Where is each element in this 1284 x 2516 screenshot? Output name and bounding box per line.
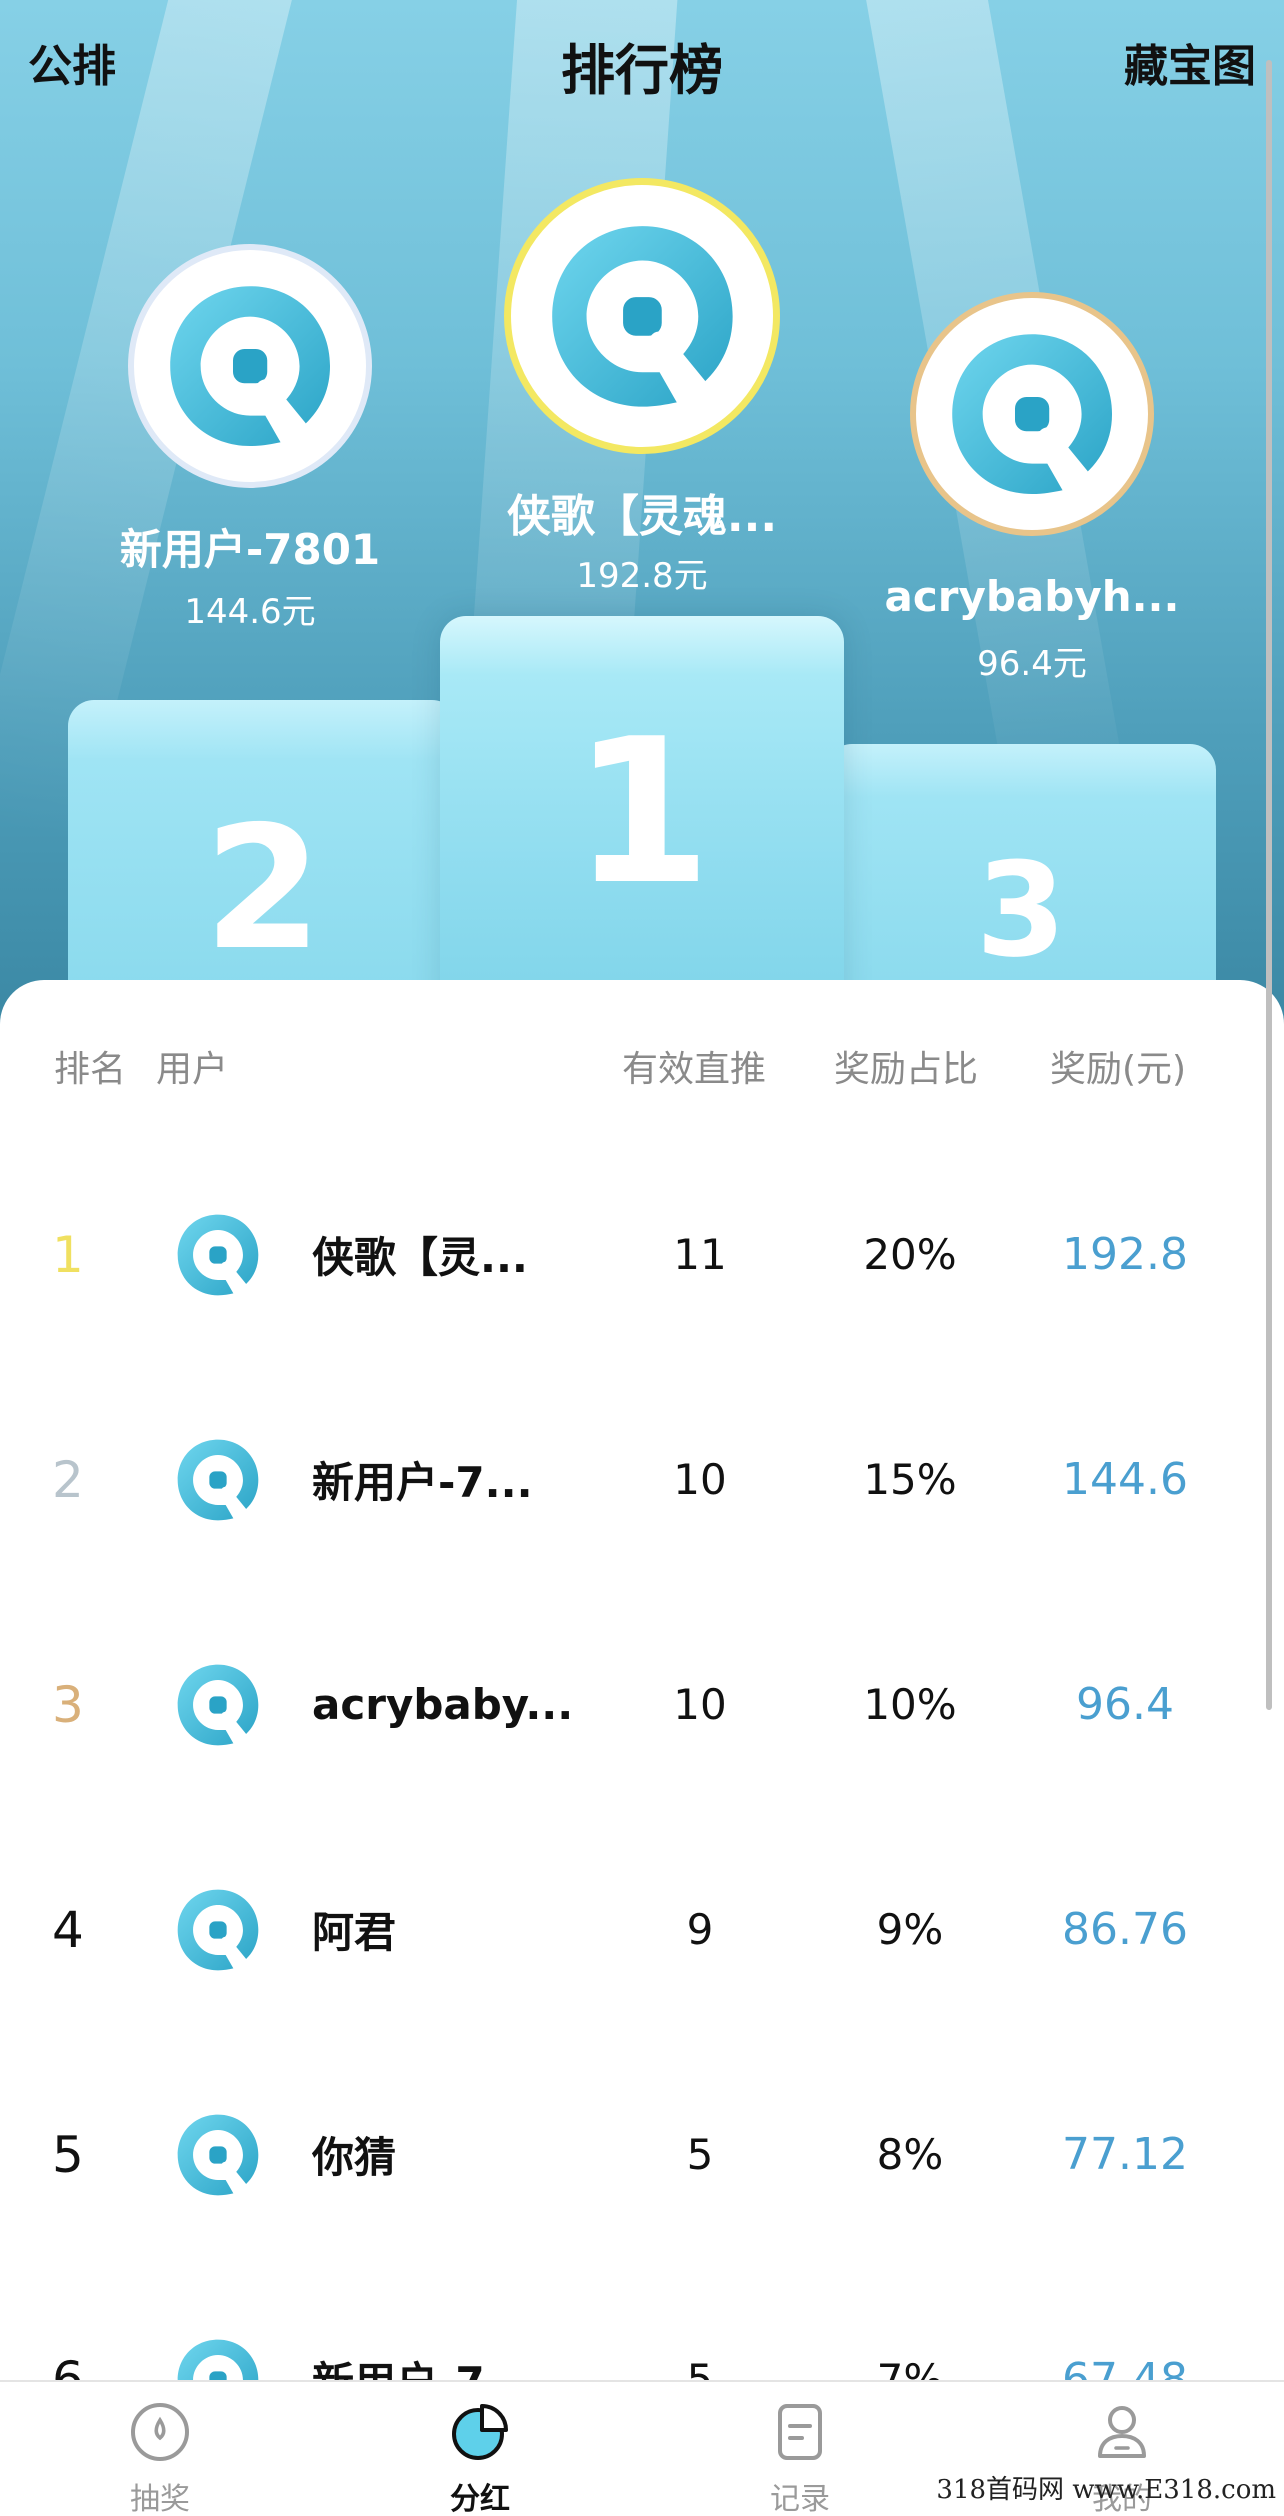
row-reward-amount: 144.6	[1062, 1454, 1188, 1505]
row-username: 你猜	[312, 2133, 397, 2182]
header-user: 用户	[156, 1049, 229, 1090]
treasure-map-link[interactable]: 藏宝图	[1124, 30, 1256, 94]
podium-name-second: 新用户-7801	[119, 525, 381, 574]
app-logo-icon	[177, 1439, 259, 1520]
podium-avatar-second[interactable]	[128, 244, 372, 488]
row-avatar[interactable]	[170, 1206, 266, 1303]
header-reward: 奖励(元)	[1050, 1049, 1187, 1090]
row-rank: 3	[52, 1675, 84, 1734]
row-reward-ratio: 20%	[863, 1230, 957, 1279]
tab-dividend[interactable]: 分红	[380, 2382, 580, 2516]
header-ratio: 奖励占比	[834, 1049, 979, 1090]
podium-block-first: 1	[440, 616, 844, 1040]
podium-amount-third: 96.4元	[977, 644, 1087, 684]
tab-record[interactable]: 记录	[700, 2382, 900, 2516]
watermark: 318首码网 www.E318.com	[936, 2475, 1276, 2505]
app-logo-icon	[177, 1664, 259, 1745]
row-avatar[interactable]	[170, 1881, 266, 1978]
app-logo-icon	[952, 334, 1112, 494]
pie-chart-icon	[452, 2404, 508, 2460]
row-avatar[interactable]	[170, 1656, 266, 1753]
profile-icon	[1098, 2406, 1146, 2458]
tab-label: 记录	[770, 2482, 830, 2516]
row-username: 新用户-7...	[312, 1458, 533, 1507]
podium-hero: 公排 排行榜 藏宝图 新用户-7801 144.6元 侠歌【灵魂... 192.…	[0, 0, 1284, 1040]
tab-label: 抽奖	[130, 2482, 190, 2516]
scrollbar[interactable]	[1266, 60, 1272, 1710]
row-direct-count: 9	[686, 1905, 714, 1954]
row-reward-ratio: 10%	[863, 1680, 957, 1729]
podium-avatar-third[interactable]	[910, 292, 1154, 536]
row-rank: 1	[52, 1225, 84, 1284]
tab-label: 分红	[450, 2482, 510, 2516]
podium-amount-first: 192.8元	[576, 556, 708, 596]
table-row[interactable]: 5 你猜 5 8% 77.12	[0, 2042, 1284, 2267]
row-reward-amount: 77.12	[1062, 2129, 1188, 2180]
app-logo-icon	[177, 1889, 259, 1970]
row-reward-amount: 192.8	[1062, 1229, 1188, 1280]
row-avatar[interactable]	[170, 1431, 266, 1528]
page-title: 排行榜	[561, 39, 723, 102]
podium-block-number: 3	[975, 834, 1067, 986]
record-icon	[778, 2404, 822, 2460]
row-rank: 5	[52, 2125, 84, 2184]
row-direct-count: 10	[673, 1455, 727, 1504]
row-direct-count: 5	[686, 2130, 714, 2179]
row-username: 侠歌【灵...	[312, 1233, 528, 1282]
row-rank: 2	[52, 1450, 84, 1509]
header-direct: 有效直推	[622, 1049, 767, 1090]
lottery-icon	[131, 2403, 189, 2461]
table-row[interactable]: 1 侠歌【灵... 11 20% 192.8	[0, 1142, 1284, 1367]
row-reward-ratio: 8%	[876, 2130, 944, 2179]
row-reward-amount: 96.4	[1076, 1679, 1174, 1730]
row-reward-ratio: 9%	[876, 1905, 944, 1954]
app-logo-icon	[177, 1214, 259, 1295]
podium-amount-second: 144.6元	[184, 592, 316, 632]
podium-block-number: 1	[572, 696, 712, 929]
row-username: 阿君	[312, 1908, 397, 1957]
row-direct-count: 10	[673, 1680, 727, 1729]
table-row[interactable]: 2 新用户-7... 10 15% 144.6	[0, 1367, 1284, 1592]
app-logo-icon	[170, 286, 330, 446]
header-rank: 排名	[54, 1049, 127, 1090]
row-avatar[interactable]	[170, 2106, 266, 2203]
podium-block-number: 2	[203, 790, 323, 988]
app-logo-icon	[177, 2114, 259, 2195]
podium-avatar-first[interactable]	[504, 178, 780, 454]
app-logo-icon	[551, 225, 733, 407]
row-username: acrybaby...	[312, 1680, 572, 1729]
podium-name-first: 侠歌【灵魂...	[506, 491, 778, 542]
row-direct-count: 11	[673, 1230, 727, 1279]
podium-name-third: acrybabyh...	[884, 572, 1180, 621]
row-rank: 4	[52, 1900, 84, 1959]
tab-lottery[interactable]: 抽奖	[60, 2382, 260, 2516]
row-reward-ratio: 15%	[863, 1455, 957, 1504]
table-row[interactable]: 4 阿君 9 9% 86.76	[0, 1817, 1284, 2042]
row-reward-amount: 86.76	[1062, 1904, 1188, 1955]
table-row[interactable]: 3 acrybaby... 10 10% 96.4	[0, 1592, 1284, 1817]
